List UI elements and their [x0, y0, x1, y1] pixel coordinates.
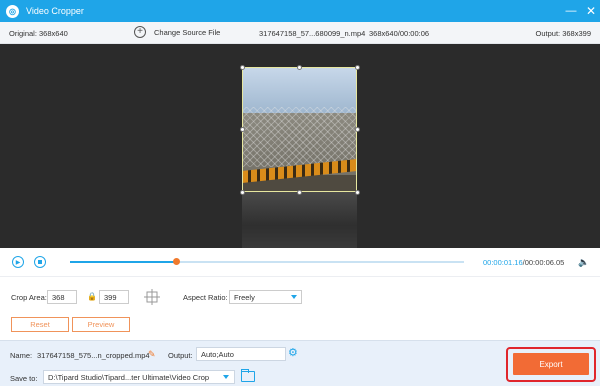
aspect-ratio-value: Freely	[234, 293, 255, 302]
aspect-ratio-select[interactable]: Freely	[229, 290, 302, 304]
crop-handle[interactable]	[297, 65, 302, 70]
video-preview	[0, 44, 600, 248]
output-file-name: 317647158_575...n_cropped.mp4	[37, 351, 150, 360]
center-crosshair-icon[interactable]	[144, 289, 160, 305]
close-icon[interactable]: ✕	[582, 2, 600, 20]
output-bar: Name: 317647158_575...n_cropped.mp4 ✎ Ou…	[0, 340, 600, 386]
progress-fill	[70, 261, 177, 263]
output-label: Output:	[168, 351, 193, 360]
folder-icon[interactable]	[241, 369, 255, 382]
crop-handle[interactable]	[355, 190, 360, 195]
progress-track[interactable]	[70, 261, 464, 263]
current-time: 00:00:01.16	[483, 258, 523, 267]
playback-bar: ▶ 00:00:01.16/00:00:06.05 🔈	[0, 248, 600, 276]
crop-handle[interactable]	[355, 65, 360, 70]
minimize-icon[interactable]: —	[562, 2, 580, 20]
crop-width-input[interactable]: 368	[47, 290, 77, 304]
chevron-down-icon	[291, 295, 297, 299]
crop-handle[interactable]	[240, 190, 245, 195]
original-size: Original: 368x640	[9, 29, 68, 38]
info-bar: Original: 368x640 + Change Source File 3…	[0, 22, 600, 44]
app-logo-icon: ◎	[6, 4, 19, 18]
video-uncropped-area	[242, 192, 357, 248]
save-path-select[interactable]: D:\Tipard Studio\Tipard...ter Ultimate\V…	[43, 370, 235, 384]
window-title: Video Cropper	[26, 6, 84, 16]
change-source-button[interactable]: + Change Source File	[134, 26, 220, 38]
crop-handle[interactable]	[240, 127, 245, 132]
name-label: Name:	[10, 351, 33, 360]
volume-icon[interactable]: 🔈	[578, 257, 589, 268]
plus-icon: +	[134, 26, 146, 38]
export-button[interactable]: Export	[513, 353, 589, 375]
crop-settings: Crop Area: 368 🔒 399 Aspect Ratio: Freel…	[0, 276, 600, 340]
output-size: Output: 368x399	[535, 29, 591, 38]
change-source-label: Change Source File	[154, 27, 221, 37]
crop-area-label: Crop Area:	[11, 293, 47, 302]
total-time: 00:00:06.05	[524, 258, 565, 267]
chevron-down-icon	[223, 375, 229, 379]
crop-rectangle[interactable]	[242, 67, 357, 192]
crop-height-input[interactable]: 399	[99, 290, 129, 304]
edit-icon[interactable]: ✎	[148, 349, 156, 360]
progress-thumb[interactable]	[172, 258, 180, 265]
lock-icon[interactable]: 🔒	[87, 292, 97, 301]
preview-button[interactable]: Preview	[72, 317, 130, 332]
gear-icon[interactable]: ⚙	[288, 347, 300, 359]
play-icon[interactable]: ▶	[12, 256, 24, 268]
time-display: 00:00:01.16/00:00:06.05	[483, 258, 564, 267]
crop-handle[interactable]	[355, 127, 360, 132]
aspect-ratio-label: Aspect Ratio:	[183, 293, 228, 302]
file-info: 368x640/00:00:06	[369, 29, 430, 38]
crop-handle[interactable]	[297, 190, 302, 195]
file-name: 317647158_57...680099_n.mp4	[259, 29, 366, 38]
title-bar: ◎ Video Cropper — ✕	[0, 0, 600, 22]
crop-handle[interactable]	[240, 65, 245, 70]
reset-button[interactable]: Reset	[11, 317, 69, 332]
stop-icon[interactable]	[34, 256, 46, 268]
output-format-field[interactable]: Auto;Auto	[196, 347, 286, 361]
save-to-label: Save to:	[10, 374, 38, 383]
save-path-value: D:\Tipard Studio\Tipard...ter Ultimate\V…	[48, 373, 210, 382]
